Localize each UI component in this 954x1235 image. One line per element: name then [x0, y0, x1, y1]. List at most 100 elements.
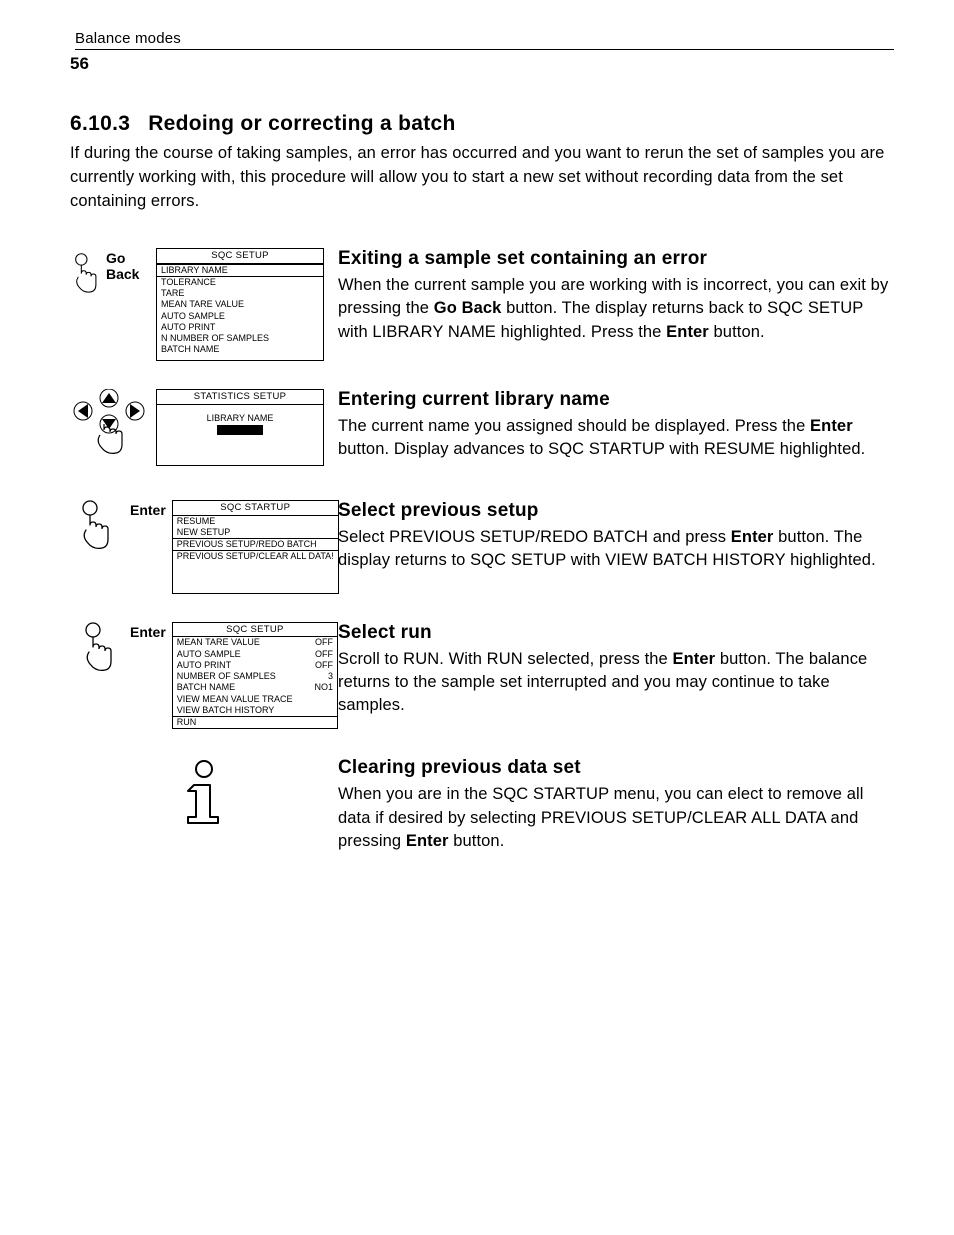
section-number: 6.10.3	[70, 112, 130, 135]
arrow-pad	[70, 389, 148, 472]
step-library-name: STATISTICS SETUP LIBRARY NAME Entering c…	[70, 389, 894, 472]
bold: Go Back	[434, 299, 502, 317]
lcd-row: AUTO SAMPLE OFF	[177, 649, 333, 660]
step-heading: Select run	[338, 622, 894, 644]
bold: Enter	[406, 832, 449, 850]
k: AUTO SAMPLE	[177, 649, 241, 660]
lcd-row: RESUME	[177, 516, 334, 527]
lcd-row: PREVIOUS SETUP/CLEAR ALL DATA!	[177, 551, 334, 562]
bold: Enter	[810, 417, 853, 435]
text: Select PREVIOUS SETUP/REDO BATCH and pre…	[338, 528, 731, 546]
lcd-body: RESUME NEW SETUP PREVIOUS SETUP/REDO BAT…	[173, 516, 338, 593]
step-heading: Clearing previous data set	[338, 757, 894, 779]
button-label: Go Back	[106, 250, 152, 282]
step-text: Select previous setup Select PREVIOUS SE…	[338, 500, 894, 573]
text: button.	[449, 832, 505, 850]
lcd-title: SQC STARTUP	[173, 501, 338, 516]
section-intro: If during the course of taking samples, …	[70, 142, 894, 214]
text: The current name you assigned should be …	[338, 417, 810, 435]
lcd-sqc-startup: SQC STARTUP RESUME NEW SETUP PREVIOUS SE…	[172, 500, 339, 594]
lcd-body: MEAN TARE VALUE OFF AUTO SAMPLE OFF AUTO P…	[173, 637, 337, 728]
step-clear-data: Clearing previous data set When you are …	[70, 757, 894, 853]
step-heading: Entering current library name	[338, 389, 894, 411]
lcd-statistics-setup: STATISTICS SETUP LIBRARY NAME	[156, 389, 324, 466]
step-previous-setup: Enter SQC STARTUP RESUME NEW SETUP PREVI…	[70, 500, 894, 594]
lcd-row: TOLERANCE	[161, 277, 319, 288]
step-exit-sample: Go Back SQC SETUP LIBRARY NAME TOLERANCE…	[70, 248, 894, 361]
page: Balance modes 56 6.10.3 Redoing or correc…	[0, 0, 954, 1235]
step-text: Entering current library name The curren…	[338, 389, 894, 462]
lcd-title: SQC SETUP	[157, 249, 323, 264]
step-text: Exiting a sample set containing an error…	[338, 248, 894, 344]
lcd-row: AUTO SAMPLE	[161, 311, 319, 322]
lcd-row: BATCH NAME NO1	[177, 682, 333, 693]
bold: Enter	[666, 323, 709, 341]
k: MEAN TARE VALUE	[177, 637, 260, 648]
k: BATCH NAME	[177, 682, 235, 693]
lcd-title: SQC SETUP	[173, 623, 337, 638]
step-illustration	[70, 757, 338, 831]
hand-press-icon	[70, 248, 104, 300]
button-label: Enter	[130, 624, 166, 640]
running-header: Balance modes	[75, 30, 894, 50]
press-cluster: Go Back	[70, 248, 152, 300]
k: NUMBER OF SAMPLES	[177, 671, 276, 682]
lcd-row: AUTO PRINT	[161, 322, 319, 333]
text: button. Display advances to SQC STARTUP …	[338, 440, 865, 458]
lcd-row: VIEW BATCH HISTORY	[177, 705, 333, 716]
lcd-row: NEW SETUP	[177, 527, 334, 538]
page-number: 56	[70, 54, 894, 74]
step-illustration: STATISTICS SETUP LIBRARY NAME	[70, 389, 338, 472]
lcd-sqc-setup-run: SQC SETUP MEAN TARE VALUE OFF AUTO SAMPLE…	[172, 622, 338, 730]
step-heading: Select previous setup	[338, 500, 894, 522]
cursor-icon	[217, 425, 263, 435]
dpad-icon	[70, 389, 148, 467]
lcd-row: N NUMBER OF SAMPLES	[161, 333, 319, 344]
step-illustration: Enter SQC SETUP MEAN TARE VALUE OFF AUTO …	[70, 622, 338, 730]
lcd-row: BATCH NAME	[161, 344, 319, 355]
step-select-run: Enter SQC SETUP MEAN TARE VALUE OFF AUTO …	[70, 622, 894, 730]
info-icon	[176, 759, 232, 831]
lcd-row: MEAN TARE VALUE OFF	[177, 637, 333, 648]
step-text: Clearing previous data set When you are …	[338, 757, 894, 853]
lcd-title: STATISTICS SETUP	[157, 390, 323, 405]
lcd-row: RUN	[173, 716, 337, 728]
text: button.	[709, 323, 765, 341]
v: OFF	[315, 637, 333, 648]
step-heading: Exiting a sample set containing an error	[338, 248, 894, 270]
lcd-row: LIBRARY NAME	[157, 264, 323, 277]
v: 3	[328, 671, 333, 682]
step-body: The current name you assigned should be …	[338, 415, 894, 462]
lcd-row: TARE	[161, 288, 319, 299]
v: OFF	[315, 660, 333, 671]
lcd-body: LIBRARY NAME TOLERANCE TARE MEAN TARE VA…	[157, 264, 323, 360]
step-body: Select PREVIOUS SETUP/REDO BATCH and pre…	[338, 526, 894, 573]
lcd-field: LIBRARY NAME	[207, 413, 274, 424]
lcd-body: LIBRARY NAME	[157, 405, 323, 465]
step-body: When you are in the SQC STARTUP menu, yo…	[338, 783, 894, 853]
hand-press-icon	[76, 500, 118, 552]
step-illustration: Go Back SQC SETUP LIBRARY NAME TOLERANCE…	[70, 248, 338, 361]
press-cluster	[70, 622, 130, 674]
section-title-text: Redoing or correcting a batch	[148, 112, 455, 135]
bold: Enter	[731, 528, 774, 546]
hand-press-icon	[79, 622, 121, 674]
step-body: Scroll to RUN. With RUN selected, press …	[338, 648, 894, 718]
lcd-row: MEAN TARE VALUE	[161, 299, 319, 310]
section-heading: 6.10.3 Redoing or correcting a batch	[70, 112, 894, 136]
step-body: When the current sample you are working …	[338, 274, 894, 344]
bold: Enter	[673, 650, 716, 668]
lcd-row: PREVIOUS SETUP/REDO BATCH	[173, 538, 338, 551]
text: Scroll to RUN. With RUN selected, press …	[338, 650, 673, 668]
lcd-row: NUMBER OF SAMPLES 3	[177, 671, 333, 682]
step-illustration: Enter SQC STARTUP RESUME NEW SETUP PREVI…	[70, 500, 338, 594]
lcd-row: VIEW MEAN VALUE TRACE	[177, 694, 333, 705]
k: AUTO PRINT	[177, 660, 231, 671]
button-label: Enter	[130, 502, 166, 518]
step-text: Select run Scroll to RUN. With RUN selec…	[338, 622, 894, 718]
press-cluster	[70, 500, 130, 552]
v: NO1	[314, 682, 333, 693]
v: OFF	[315, 649, 333, 660]
lcd-sqc-setup: SQC SETUP LIBRARY NAME TOLERANCE TARE ME…	[156, 248, 324, 361]
lcd-row: AUTO PRINT OFF	[177, 660, 333, 671]
